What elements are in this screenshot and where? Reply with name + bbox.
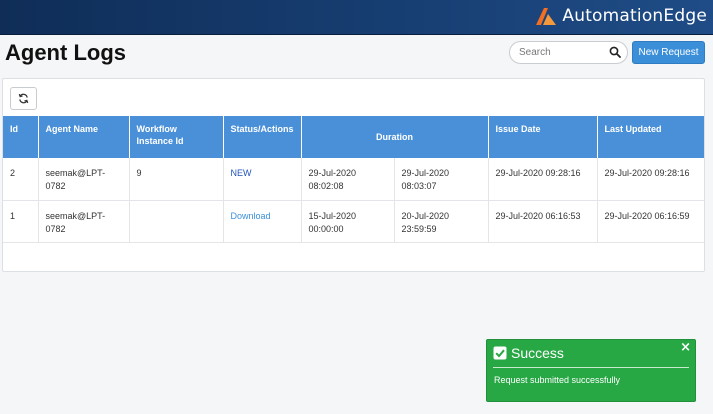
- cell-agent-name: seemak@LPT- 0782: [38, 158, 130, 201]
- agent-name-line2: 0782: [45, 223, 66, 234]
- toast-title: Success: [511, 345, 564, 361]
- cell-agent-name: seemak@LPT- 0782: [38, 200, 130, 243]
- status-new-link[interactable]: NEW: [231, 168, 252, 178]
- col-header-workflow-line1: Workflow: [136, 124, 177, 134]
- cell-duration-from: 15-Jul-2020 00:00:00: [301, 200, 395, 243]
- check-square-icon: [493, 346, 507, 360]
- brand-name: AutomationEdge: [562, 6, 707, 26]
- col-header-duration[interactable]: Duration: [301, 116, 489, 158]
- cell-issue-date: 29-Jul-2020 09:28:16: [488, 158, 598, 201]
- download-link[interactable]: Download: [231, 211, 271, 221]
- page-title: Agent Logs: [5, 40, 126, 65]
- cell-duration-to: 20-Jul-2020 23:59:59: [394, 200, 489, 243]
- new-request-button[interactable]: New Request: [632, 41, 705, 64]
- agent-logs-table: Id Agent Name Workflow Instance Id Statu…: [3, 116, 704, 243]
- col-header-id[interactable]: Id: [3, 116, 39, 158]
- duration-to-date: 20-Jul-2020: [401, 210, 450, 221]
- duration-to-date: 29-Jul-2020: [401, 168, 450, 178]
- cell-last-updated: 29-Jul-2020 06:16:59: [597, 200, 704, 243]
- col-header-agent-name[interactable]: Agent Name: [38, 116, 130, 158]
- toast-close-button[interactable]: ×: [680, 341, 691, 355]
- search-input[interactable]: [517, 44, 609, 61]
- col-header-issue-date[interactable]: Issue Date: [488, 116, 598, 158]
- col-header-workflow-line2: Instance Id: [136, 136, 184, 146]
- logs-panel: Id Agent Name Workflow Instance Id Statu…: [2, 78, 705, 272]
- table-header-row: Id Agent Name Workflow Instance Id Statu…: [3, 116, 704, 158]
- success-toast: Success × Request submitted successfully: [486, 339, 696, 402]
- search-box: [509, 41, 628, 64]
- col-header-status[interactable]: Status/Actions: [223, 116, 302, 158]
- cell-duration-from: 29-Jul-2020 08:02:08: [301, 158, 395, 201]
- duration-from-date: 15-Jul-2020: [308, 210, 357, 221]
- cell-last-updated: 29-Jul-2020 09:28:16: [597, 158, 704, 201]
- duration-to-time: 23:59:59: [401, 223, 437, 234]
- agent-name-line2: 0782: [45, 181, 66, 191]
- cell-id: 2: [3, 158, 39, 201]
- duration-from-time: 00:00:00: [308, 223, 344, 234]
- table-row: 2 seemak@LPT- 0782 9 NEW 29-Jul-2020 08:…: [3, 158, 704, 201]
- refresh-icon: [18, 93, 29, 104]
- toast-message: Request submitted successfully: [494, 375, 621, 385]
- col-header-last-updated[interactable]: Last Updated: [597, 116, 704, 158]
- cell-duration-to: 29-Jul-2020 08:03:07: [394, 158, 489, 201]
- col-header-workflow-instance-id[interactable]: Workflow Instance Id: [129, 116, 224, 158]
- cell-status: NEW: [223, 158, 302, 201]
- agent-name-line1: seemak@LPT-: [45, 210, 106, 221]
- brand-logo: AutomationEdge: [534, 4, 707, 28]
- automationedge-logo-icon: [536, 8, 557, 25]
- cell-id: 1: [3, 200, 39, 243]
- table-row: 1 seemak@LPT- 0782 Download 15-Jul-2020 …: [3, 200, 704, 243]
- search-icon[interactable]: [609, 46, 621, 58]
- cell-issue-date: 29-Jul-2020 06:16:53: [488, 200, 598, 243]
- cell-workflow-instance-id: [129, 200, 224, 243]
- toast-header: Success: [493, 345, 564, 361]
- cell-workflow-instance-id: 9: [129, 158, 224, 201]
- duration-from-date: 29-Jul-2020: [308, 168, 357, 178]
- cell-status: Download: [223, 200, 302, 243]
- refresh-button[interactable]: [10, 87, 37, 110]
- agent-name-line1: seemak@LPT-: [45, 168, 106, 178]
- top-bar: AutomationEdge: [0, 0, 713, 35]
- duration-to-time: 08:03:07: [401, 181, 437, 191]
- toast-divider: [493, 367, 689, 368]
- duration-from-time: 08:02:08: [308, 181, 344, 191]
